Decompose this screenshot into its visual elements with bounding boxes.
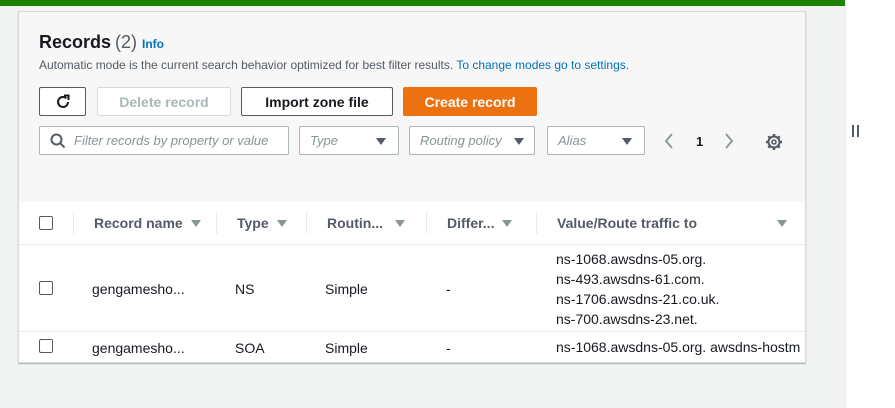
records-panel-header: Records (2) Info Automatic mode is the cu… bbox=[19, 12, 805, 202]
sort-icon bbox=[395, 219, 405, 227]
column-header-record-name[interactable]: Record name bbox=[94, 202, 201, 244]
caret-down-icon bbox=[376, 138, 386, 145]
value-line: ns-493.awsdns-61.com. bbox=[556, 271, 705, 287]
top-status-strip bbox=[0, 0, 845, 6]
alias-select[interactable]: Alias bbox=[547, 126, 645, 155]
record-name-cell[interactable]: gengamesho... bbox=[92, 340, 185, 356]
column-header-label: Value/Route traffic to bbox=[557, 215, 698, 231]
settings-link[interactable]: To change modes go to settings. bbox=[456, 58, 629, 72]
sort-icon bbox=[190, 219, 201, 227]
filter-records-placeholder: Filter records by property or value bbox=[74, 133, 269, 148]
column-header-type[interactable]: Type bbox=[237, 202, 287, 244]
search-mode-description: Automatic mode is the current search beh… bbox=[39, 58, 629, 72]
value-line: ns-1068.awsdns-05.org. bbox=[556, 251, 707, 267]
differentiator-cell: - bbox=[446, 281, 451, 297]
refresh-button[interactable] bbox=[39, 87, 86, 116]
row-checkbox[interactable] bbox=[39, 281, 53, 295]
title-text: Records bbox=[39, 32, 112, 52]
table-header: Record name Type Routin... Differ... Val… bbox=[19, 202, 805, 245]
page-title: Records (2) bbox=[39, 32, 137, 53]
search-icon bbox=[50, 133, 66, 149]
records-panel: Records (2) Info Automatic mode is the cu… bbox=[18, 11, 806, 363]
value-line: ns-700.awsdns-23.net. bbox=[556, 311, 698, 327]
resize-handle-icon[interactable] bbox=[852, 125, 862, 139]
routing-cell: Simple bbox=[325, 281, 368, 297]
next-page-icon[interactable] bbox=[723, 132, 735, 150]
table-row[interactable]: gengamesho... NS Simple - ns-1068.awsdns… bbox=[19, 245, 805, 332]
table-row[interactable]: gengamesho... SOA Simple - ns-1068.awsdn… bbox=[19, 332, 805, 361]
current-page-number[interactable]: 1 bbox=[696, 134, 703, 149]
routing-policy-placeholder: Routing policy bbox=[420, 133, 502, 148]
refresh-icon bbox=[56, 94, 69, 108]
type-select-placeholder: Type bbox=[310, 133, 338, 148]
record-count: (2) bbox=[115, 32, 138, 52]
routing-policy-select[interactable]: Routing policy bbox=[409, 126, 535, 155]
previous-page-icon[interactable] bbox=[663, 132, 675, 150]
delete-record-button[interactable]: Delete record bbox=[97, 87, 231, 116]
side-panel bbox=[845, 0, 895, 408]
row-checkbox[interactable] bbox=[39, 339, 53, 353]
value-cell: ns-1068.awsdns-05.org. awsdns-hostm bbox=[556, 337, 805, 357]
column-header-label: Type bbox=[237, 215, 269, 231]
create-record-button[interactable]: Create record bbox=[403, 87, 537, 116]
filter-records-input[interactable]: Filter records by property or value bbox=[39, 126, 289, 155]
type-select[interactable]: Type bbox=[299, 126, 399, 155]
type-cell: NS bbox=[235, 281, 255, 297]
column-divider bbox=[216, 212, 217, 234]
value-cell: ns-1068.awsdns-05.org. ns-493.awsdns-61.… bbox=[556, 249, 719, 329]
description-text: Automatic mode is the current search beh… bbox=[39, 58, 454, 72]
column-divider bbox=[306, 212, 307, 234]
differentiator-cell: - bbox=[446, 340, 451, 356]
column-header-label: Record name bbox=[94, 215, 183, 231]
sort-icon bbox=[502, 219, 513, 227]
sort-icon bbox=[276, 219, 287, 227]
gear-icon[interactable] bbox=[765, 133, 783, 151]
caret-down-icon bbox=[622, 138, 632, 145]
value-line: ns-1706.awsdns-21.co.uk. bbox=[556, 291, 720, 307]
value-line: ns-1068.awsdns-05.org. awsdns-hostm bbox=[556, 339, 801, 355]
column-header-value[interactable]: Value/Route traffic to bbox=[557, 202, 697, 244]
caret-down-icon bbox=[514, 138, 524, 145]
import-zone-file-button[interactable]: Import zone file bbox=[241, 87, 393, 116]
column-divider bbox=[536, 212, 537, 234]
alias-select-placeholder: Alias bbox=[558, 133, 587, 148]
column-divider bbox=[426, 212, 427, 234]
column-header-label: Differ... bbox=[447, 215, 495, 231]
sort-icon[interactable] bbox=[777, 220, 787, 227]
type-cell: SOA bbox=[235, 340, 265, 356]
select-all-checkbox[interactable] bbox=[39, 216, 53, 230]
column-header-label: Routin... bbox=[327, 215, 383, 231]
routing-cell: Simple bbox=[325, 340, 368, 356]
info-link[interactable]: Info bbox=[142, 37, 164, 51]
column-header-routing[interactable]: Routin... bbox=[327, 202, 405, 244]
column-header-differentiator[interactable]: Differ... bbox=[447, 202, 513, 244]
column-divider bbox=[73, 212, 74, 234]
record-name-cell[interactable]: gengamesho... bbox=[92, 281, 185, 297]
